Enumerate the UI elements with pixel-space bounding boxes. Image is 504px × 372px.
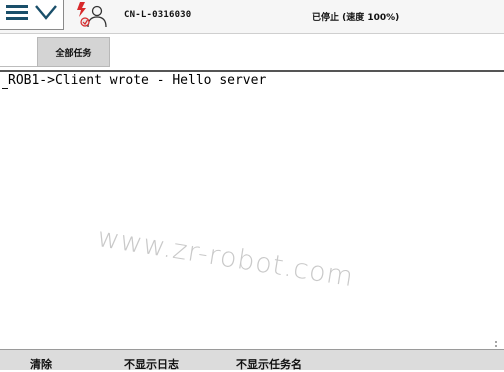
- main-menu-button[interactable]: [0, 0, 64, 30]
- top-bar: CN-L-0316030 已停止 (速度 100%): [0, 0, 504, 34]
- tab-all-tasks[interactable]: 全部任务: [37, 37, 110, 67]
- hamburger-menu-icon: [6, 5, 28, 21]
- chevron-down-icon: [35, 5, 57, 20]
- controller-status: 已停止 (速度 100%): [312, 13, 400, 23]
- command-bar: 清除 不显示日志 不显示任务名: [0, 349, 504, 372]
- robot-operator-icon[interactable]: [72, 0, 112, 32]
- log-area[interactable]: ROB1->Client wrote - Hello server www.zr…: [0, 72, 504, 348]
- hide-task-name-button[interactable]: 不显示任务名: [236, 356, 302, 372]
- hide-log-button[interactable]: 不显示日志: [124, 356, 179, 372]
- log-line: ROB1->Client wrote - Hello server: [8, 73, 267, 88]
- watermark: www.zr-robot.com: [95, 222, 356, 294]
- resize-grip-icon: [495, 341, 497, 347]
- tab-divider: [0, 66, 37, 67]
- controller-name: CN-L-0316030: [124, 10, 192, 20]
- clear-button[interactable]: 清除: [30, 356, 52, 372]
